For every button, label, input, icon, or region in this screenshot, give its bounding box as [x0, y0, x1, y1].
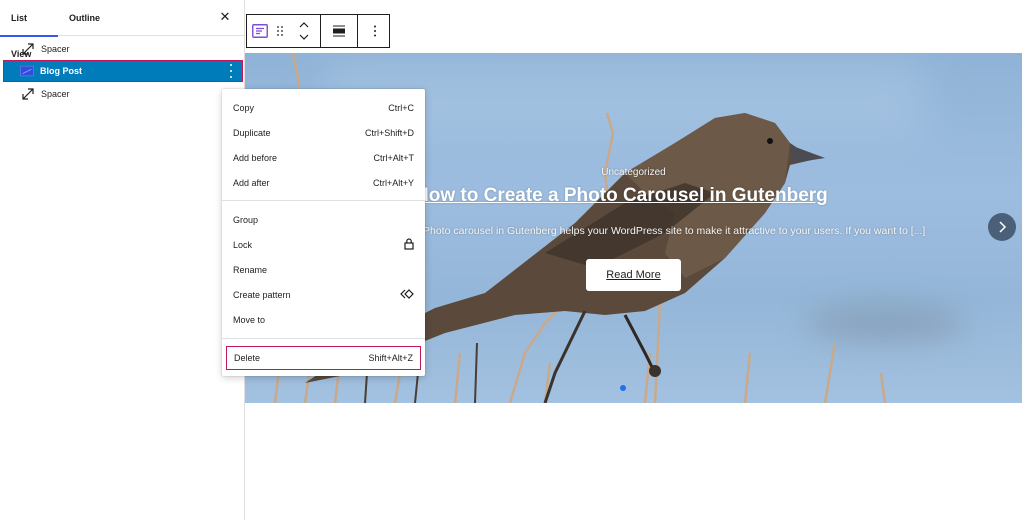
- menu-item-label: Lock: [233, 240, 253, 250]
- list-item-spacer[interactable]: Spacer: [3, 38, 243, 60]
- shortcut-label: Shift+Alt+Z: [368, 353, 413, 363]
- resize-arrows-icon: [21, 87, 35, 101]
- toolbar-group-align: [321, 15, 358, 47]
- close-icon[interactable]: ✕: [218, 10, 232, 24]
- editor: List View Outline ✕ Spacer Blog Post Spa…: [0, 0, 1024, 520]
- menu-item-add-after[interactable]: Add after Ctrl+Alt+Y: [226, 172, 421, 194]
- drag-handle-icon[interactable]: [272, 15, 288, 47]
- pattern-icon: [400, 289, 414, 301]
- shortcut-label: Ctrl+Alt+T: [373, 153, 414, 163]
- toolbar-group-more: [358, 15, 392, 47]
- more-options-icon[interactable]: [358, 15, 392, 47]
- post-excerpt: Photo carousel in Gutenberg helps your W…: [423, 225, 926, 237]
- menu-item-label: Rename: [233, 265, 268, 275]
- menu-item-label: Add after: [233, 178, 270, 188]
- block-type-icon[interactable]: [247, 15, 272, 47]
- menu-item-copy[interactable]: Copy Ctrl+C: [226, 97, 421, 119]
- menu-item-label: Delete: [234, 353, 261, 363]
- shortcut-label: Ctrl+Alt+Y: [372, 178, 414, 188]
- carousel-dot[interactable]: [620, 385, 626, 391]
- menu-divider: [222, 200, 425, 201]
- sidebar-tabs: List View Outline ✕: [0, 0, 244, 59]
- shortcut-label: Ctrl+C: [388, 103, 414, 113]
- list-item-blog-post[interactable]: Blog Post: [3, 60, 243, 82]
- menu-item-label: Group: [233, 215, 259, 225]
- read-more-button[interactable]: Read More: [586, 259, 681, 291]
- menu-item-group[interactable]: Group: [226, 209, 421, 231]
- tab-outline[interactable]: Outline: [58, 0, 111, 36]
- menu-item-rename[interactable]: Rename: [226, 259, 421, 281]
- menu-item-delete[interactable]: Delete Shift+Alt+Z: [226, 346, 421, 370]
- list-item-spacer[interactable]: Spacer: [3, 83, 243, 105]
- menu-item-duplicate[interactable]: Duplicate Ctrl+Shift+D: [226, 122, 421, 144]
- menu-item-add-before[interactable]: Add before Ctrl+Alt+T: [226, 147, 421, 169]
- list-item-label: Spacer: [41, 44, 70, 54]
- menu-item-label: Copy: [233, 103, 255, 113]
- menu-item-lock[interactable]: Lock: [226, 234, 421, 256]
- align-icon[interactable]: [321, 15, 357, 47]
- menu-divider: [222, 338, 425, 339]
- menu-item-label: Move to: [233, 315, 266, 325]
- list-item-label: Spacer: [41, 89, 70, 99]
- menu-item-create-pattern[interactable]: Create pattern: [226, 284, 421, 306]
- post-block-icon: [20, 64, 34, 78]
- options-icon[interactable]: [228, 64, 234, 78]
- list-item-label: Blog Post: [40, 66, 82, 76]
- menu-item-move-to[interactable]: Move to: [226, 309, 421, 331]
- toolbar-group-block: [247, 15, 321, 47]
- shortcut-label: Ctrl+Shift+D: [364, 128, 414, 138]
- menu-item-label: Add before: [233, 153, 278, 163]
- menu-item-label: Create pattern: [233, 290, 291, 300]
- resize-arrows-icon: [21, 42, 35, 56]
- chevron-right-icon[interactable]: [988, 213, 1016, 241]
- tab-list-view[interactable]: List View: [0, 0, 58, 59]
- lock-icon: [404, 238, 414, 252]
- list-view-sidebar: List View Outline ✕ Spacer Blog Post Spa…: [0, 0, 245, 520]
- block-toolbar: [246, 14, 390, 48]
- post-title[interactable]: How to Create a Photo Carousel in Gutenb…: [415, 185, 828, 207]
- block-options-menu: Copy Ctrl+C Duplicate Ctrl+Shift+D Add b…: [222, 89, 425, 376]
- menu-item-label: Duplicate: [233, 128, 271, 138]
- move-up-down-icon[interactable]: [288, 15, 320, 47]
